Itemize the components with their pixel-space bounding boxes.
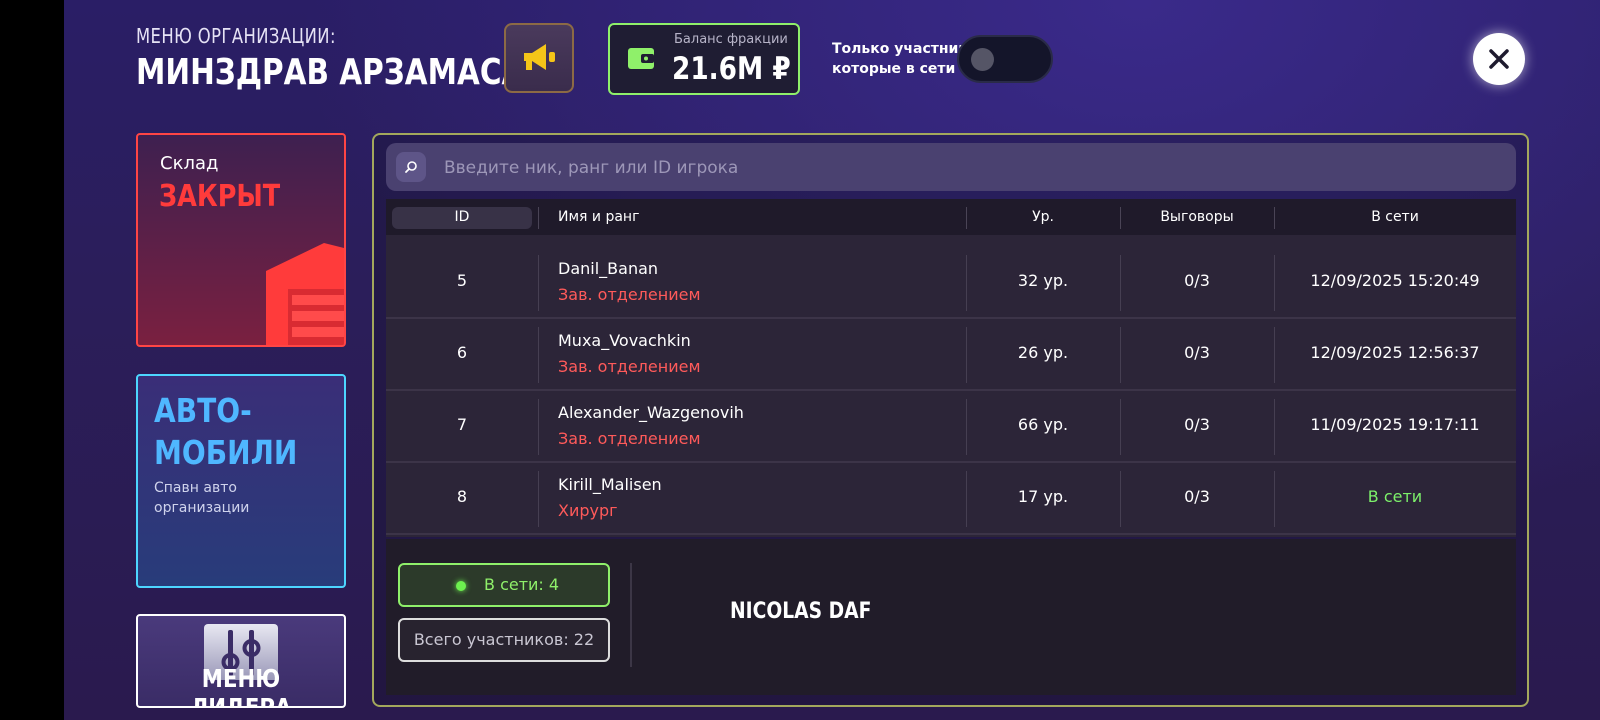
header-divider bbox=[538, 207, 539, 229]
member-id: 8 bbox=[456, 487, 468, 506]
table-row[interactable]: 5 Danil_Banan Зав. отделением 32 ур. 0/3… bbox=[386, 247, 1516, 319]
total-members-button[interactable]: Всего участников: 22 bbox=[398, 618, 610, 662]
column-level[interactable]: Ур. bbox=[966, 199, 1120, 235]
members-panel: ID Имя и ранг Ур. Выговоры В сети 5 Dani… bbox=[372, 133, 1529, 707]
members-footer: В сети: 4 Всего участников: 22 NICOLAS D… bbox=[386, 539, 1516, 695]
storage-state: ЗАКРЫТ bbox=[159, 179, 281, 214]
search-icon bbox=[405, 161, 417, 173]
member-level: 66 ур. bbox=[1017, 415, 1069, 434]
organization-name: МИНЗДРАВ АРЗАМАСА bbox=[136, 52, 525, 93]
toggle-knob bbox=[971, 48, 994, 71]
vehicles-description: Спавн авто организации bbox=[154, 480, 250, 516]
member-last-online: 12/09/2025 12:56:37 bbox=[1310, 343, 1480, 362]
close-icon bbox=[1489, 49, 1509, 69]
balance-label: Баланс фракции bbox=[674, 32, 788, 47]
faction-balance: Баланс фракции 21.6M ₽ bbox=[608, 23, 800, 95]
members-table: ID Имя и ранг Ур. Выговоры В сети 5 Dani… bbox=[386, 199, 1516, 537]
row-divider bbox=[538, 471, 539, 527]
member-warnings: 0/3 bbox=[1184, 487, 1210, 506]
vehicles-title: АВТО- МОБИЛИ bbox=[154, 391, 298, 472]
member-warnings: 0/3 bbox=[1184, 415, 1210, 434]
online-count: В сети: 4 bbox=[484, 575, 560, 594]
member-online-status: В сети bbox=[1367, 487, 1423, 506]
warehouse-icon bbox=[266, 243, 344, 345]
leader-menu-button[interactable]: МЕНЮ ЛИДЕРА bbox=[136, 614, 346, 708]
wallet-icon bbox=[628, 48, 654, 69]
member-id: 5 bbox=[456, 271, 468, 290]
column-warnings[interactable]: Выговоры bbox=[1120, 199, 1274, 235]
close-button[interactable] bbox=[1473, 33, 1525, 85]
member-rank: Зав. отделением bbox=[558, 285, 701, 304]
member-id: 6 bbox=[456, 343, 468, 362]
balance-value: 21.6M ₽ bbox=[672, 51, 791, 87]
member-level: 32 ур. bbox=[1017, 271, 1069, 290]
table-header: ID Имя и ранг Ур. Выговоры В сети bbox=[386, 199, 1516, 235]
row-divider bbox=[538, 399, 539, 455]
member-level: 17 ур. bbox=[1017, 487, 1069, 506]
search-bar bbox=[386, 143, 1516, 193]
storage-title: Склад bbox=[160, 153, 219, 174]
organization-menu: МЕНЮ ОРГАНИЗАЦИИ: МИНЗДРАВ АРЗАМАСА Бала… bbox=[64, 0, 1600, 720]
member-warnings: 0/3 bbox=[1184, 343, 1210, 362]
column-online[interactable]: В сети bbox=[1274, 199, 1516, 235]
member-last-online: 11/09/2025 19:17:11 bbox=[1310, 415, 1480, 434]
row-divider bbox=[538, 327, 539, 383]
member-name: Danil_Banan bbox=[558, 259, 659, 278]
table-row[interactable]: 8 Kirill_Malisen Хирург 17 ур. 0/3 В сет… bbox=[386, 463, 1516, 535]
member-rank: Зав. отделением bbox=[558, 357, 701, 376]
online-only-toggle[interactable] bbox=[957, 35, 1053, 83]
column-name[interactable]: Имя и ранг bbox=[558, 199, 639, 235]
online-dot-icon bbox=[456, 581, 466, 591]
member-level: 26 ур. bbox=[1017, 343, 1069, 362]
member-last-online: 12/09/2025 15:20:49 bbox=[1310, 271, 1480, 290]
member-warnings: 0/3 bbox=[1184, 271, 1210, 290]
search-button[interactable] bbox=[396, 152, 426, 182]
leader-name: NICOLAS DAF bbox=[730, 599, 872, 624]
leader-menu-label: МЕНЮ ЛИДЕРА bbox=[190, 664, 292, 708]
member-name: Kirill_Malisen bbox=[558, 475, 662, 494]
vehicles-card[interactable]: АВТО- МОБИЛИ Спавн авто организации bbox=[136, 374, 346, 588]
search-input[interactable] bbox=[442, 143, 1506, 193]
table-row[interactable]: 6 Muxa_Vovachkin Зав. отделением 26 ур. … bbox=[386, 319, 1516, 391]
column-id[interactable]: ID bbox=[392, 199, 532, 235]
row-divider bbox=[538, 255, 539, 311]
announcement-button[interactable] bbox=[504, 23, 574, 93]
member-id: 7 bbox=[456, 415, 468, 434]
megaphone-icon bbox=[524, 44, 555, 70]
member-name: Alexander_Wazgenovih bbox=[558, 403, 744, 422]
menu-title: МЕНЮ ОРГАНИЗАЦИИ: bbox=[136, 24, 336, 48]
member-rank: Хирург bbox=[558, 501, 618, 520]
footer-divider bbox=[630, 563, 632, 667]
member-name: Muxa_Vovachkin bbox=[558, 331, 691, 350]
storage-card[interactable]: Склад ЗАКРЫТ bbox=[136, 133, 346, 347]
table-row[interactable]: 7 Alexander_Wazgenovih Зав. отделением 6… bbox=[386, 391, 1516, 463]
online-count-button[interactable]: В сети: 4 bbox=[398, 563, 610, 607]
member-rank: Зав. отделением bbox=[558, 429, 701, 448]
